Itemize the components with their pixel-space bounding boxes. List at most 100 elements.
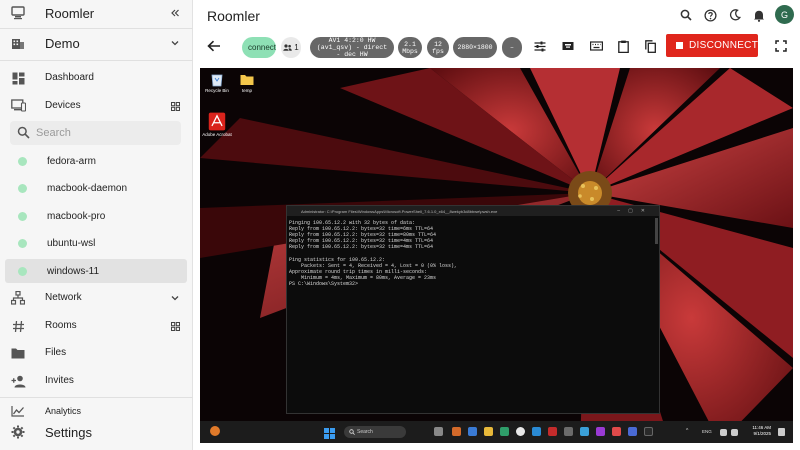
nav-label: Files <box>45 347 67 358</box>
nav-label: Dashboard <box>45 72 94 83</box>
search-icon <box>17 126 30 144</box>
terminal-app-icon[interactable] <box>644 427 653 436</box>
divider <box>0 28 193 29</box>
volume-icon[interactable] <box>731 429 738 436</box>
org-selector[interactable]: Demo <box>0 34 193 52</box>
nav-analytics[interactable]: Analytics <box>0 403 193 417</box>
app-icon[interactable] <box>548 427 557 436</box>
app-icon[interactable] <box>532 427 541 436</box>
tune-icon[interactable] <box>533 39 547 53</box>
app-icon[interactable] <box>580 427 589 436</box>
taskbar-search[interactable]: Search <box>344 426 406 438</box>
taskbar-clock[interactable]: 11:46 AM 9/1/2025 <box>749 425 771 437</box>
grid-view-icon[interactable] <box>169 320 181 332</box>
desktop-icon-adobe-acrobat[interactable]: Adobe Acrobat <box>202 112 232 137</box>
nav-settings[interactable]: Settings <box>0 423 193 441</box>
device-item-windows-11[interactable]: windows-11 <box>5 259 187 283</box>
taskbar-search-label: Search <box>357 429 373 435</box>
avatar[interactable]: G <box>775 5 794 24</box>
folder-icon <box>10 345 26 361</box>
bell-icon[interactable] <box>752 8 766 22</box>
grid-view-icon[interactable] <box>169 100 181 112</box>
clipboard-icon[interactable] <box>616 39 630 53</box>
device-item-fedora-arm[interactable]: fedora-arm <box>5 149 187 173</box>
nav-label: Settings <box>45 425 92 440</box>
help-icon[interactable] <box>703 8 717 22</box>
building-icon <box>10 35 26 51</box>
folder-icon <box>240 75 254 85</box>
app-icon[interactable] <box>612 427 621 436</box>
org-name: Demo <box>45 36 80 51</box>
keyboard-icon[interactable] <box>589 39 603 53</box>
sidebar: Roomler Demo Dashboard Devices Search fe… <box>0 0 193 450</box>
language-indicator[interactable]: ENG <box>702 429 712 434</box>
notification-bell-icon[interactable] <box>778 428 785 436</box>
start-icon[interactable] <box>324 426 335 439</box>
chrome-icon[interactable] <box>516 427 525 436</box>
nav-devices[interactable]: Devices <box>0 97 193 115</box>
nav-invites[interactable]: Invites <box>0 372 193 390</box>
online-status-icon <box>18 238 27 248</box>
chevron-down-icon <box>169 292 181 304</box>
back-arrow-icon[interactable] <box>207 39 221 53</box>
wifi-icon[interactable] <box>720 429 727 436</box>
terminal-scrollbar[interactable] <box>655 218 658 244</box>
nav-files[interactable]: Files <box>0 344 193 362</box>
search-icon[interactable] <box>679 8 693 22</box>
nav-network[interactable]: Network <box>0 289 193 307</box>
top-header: Roomler G <box>193 0 800 31</box>
terminal-prompt[interactable]: PS C:\Windows\System32> <box>289 281 659 287</box>
online-status-icon <box>18 211 27 221</box>
theme-toggle-icon[interactable] <box>728 8 742 22</box>
nav-label: Devices <box>45 100 81 111</box>
disconnect-button[interactable]: DISCONNECT <box>666 34 758 57</box>
app-icon[interactable] <box>596 427 605 436</box>
search-input[interactable] <box>36 124 176 142</box>
search-icon <box>349 429 355 435</box>
hashtag-icon <box>10 318 26 334</box>
device-name: fedora-arm <box>47 155 96 167</box>
tray-chevron-icon[interactable]: ^ <box>686 428 688 434</box>
terminal-titlebar[interactable]: Administrator: C:\Program Files\WindowsA… <box>287 206 659 216</box>
device-search[interactable] <box>10 121 181 145</box>
task-view-icon[interactable] <box>434 427 443 436</box>
app-icon[interactable] <box>468 427 477 436</box>
session-toolbar: connected 1 AV1 4:2:0 HW (av1_qsv) - dir… <box>193 31 800 63</box>
nav-label: Invites <box>45 375 74 386</box>
terminal-window[interactable]: Administrator: C:\Program Files\WindowsA… <box>286 205 660 414</box>
device-item-ubuntu-wsl[interactable]: ubuntu-wsl <box>5 231 187 255</box>
dashboard-icon <box>10 70 26 86</box>
resolution-badge: 2880×1800 <box>453 37 497 58</box>
connection-status-badge: connected <box>242 37 276 58</box>
device-item-macbook-daemon[interactable]: macbook-daemon <box>5 176 187 200</box>
copy-icon[interactable] <box>643 39 657 53</box>
desktop-icon-label: Adobe Acrobat <box>202 132 232 137</box>
file-explorer-icon[interactable] <box>484 427 493 436</box>
page-title: Roomler <box>207 8 260 24</box>
remote-desktop-view[interactable]: Recycle Bin temp Adobe Acrobat Administr… <box>200 68 793 443</box>
send-keys-icon[interactable] <box>561 39 575 53</box>
window-controls[interactable]: –▢✕ <box>617 208 653 214</box>
weather-icon[interactable] <box>210 426 220 436</box>
fullscreen-icon[interactable] <box>774 39 788 53</box>
nav-rooms[interactable]: Rooms <box>0 317 193 335</box>
brand-logo-icon <box>10 5 26 21</box>
network-icon <box>10 290 26 306</box>
terminal-title: Administrator: C:\Program Files\WindowsA… <box>301 208 498 214</box>
desktop-icon-label: Recycle Bin <box>205 88 229 93</box>
app-icon[interactable] <box>452 427 461 436</box>
desktop-icon-temp[interactable]: temp <box>232 72 262 93</box>
windows-taskbar: Search ^ ENG 11:46 AM 9/1/2025 <box>200 421 793 443</box>
app-icon[interactable] <box>500 427 509 436</box>
app-root: Roomler Demo Dashboard Devices Search fe… <box>0 0 800 450</box>
device-item-macbook-pro[interactable]: macbook-pro <box>5 204 187 228</box>
nav-dashboard[interactable]: Dashboard <box>0 69 193 87</box>
device-name: windows-11 <box>47 265 100 277</box>
online-status-icon <box>18 266 27 276</box>
desktop-icon-recycle-bin[interactable]: Recycle Bin <box>202 72 232 93</box>
app-icon[interactable] <box>564 427 573 436</box>
terminal-output: Pinging 100.65.12.2 with 32 bytes of dat… <box>287 216 659 287</box>
nav-label: Analytics <box>45 406 82 416</box>
double-chevron-left-icon[interactable] <box>169 7 181 19</box>
app-icon[interactable] <box>628 427 637 436</box>
